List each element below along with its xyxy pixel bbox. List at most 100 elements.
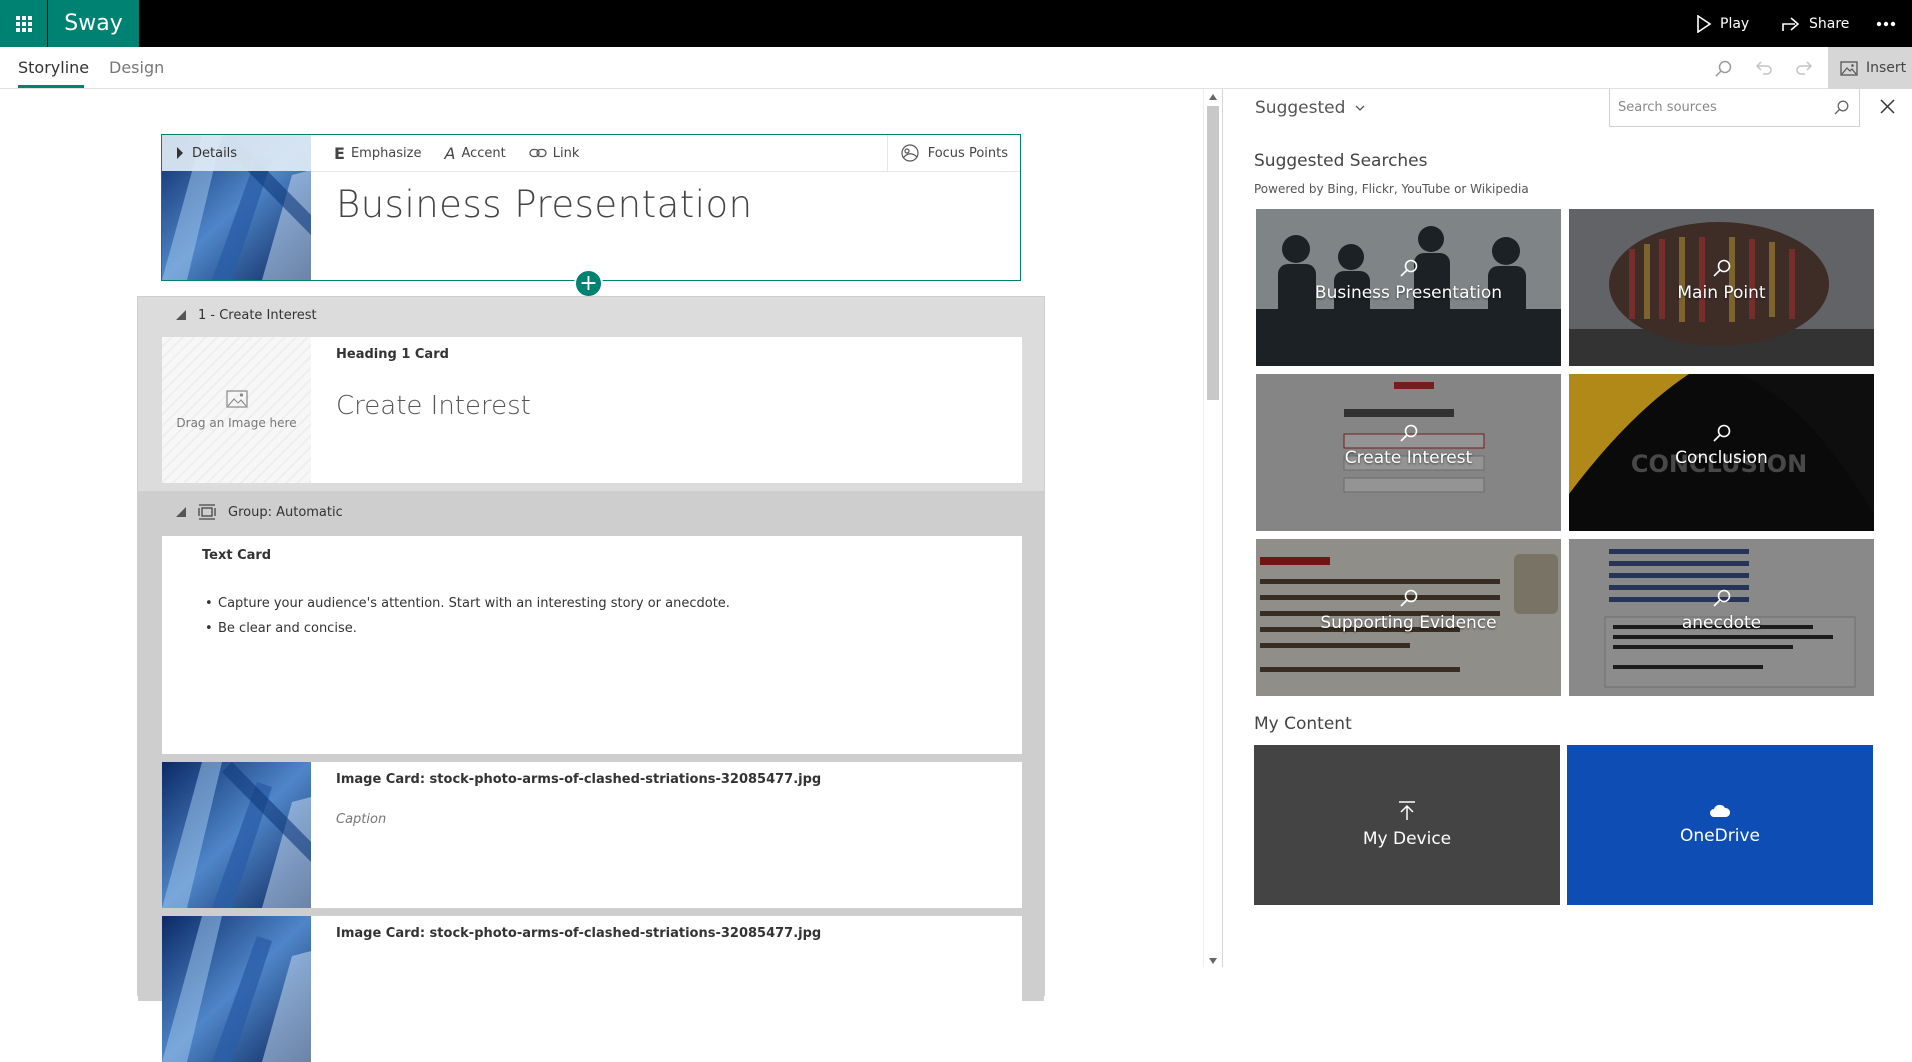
close-icon[interactable] [1880,99,1895,114]
list-item[interactable]: Be clear and concise. [218,621,730,636]
heading-card-label: Heading 1 Card [336,347,449,362]
redo-icon[interactable] [1795,60,1813,76]
collapse-triangle-icon[interactable] [176,507,186,517]
top-bar: Sway Play Share [0,0,1912,47]
active-tab-indicator [18,85,84,88]
suggested-tile[interactable]: Business Presentation [1256,209,1561,366]
app-brand[interactable]: Sway [48,0,139,47]
bullet-list[interactable]: Capture your audience's attention. Start… [218,596,730,646]
link-label: Link [553,146,580,161]
play-button[interactable]: Play [1696,0,1749,47]
scroll-up-icon[interactable] [1209,94,1217,100]
tab-design[interactable]: Design [109,58,164,77]
image-card-thumbnail[interactable] [162,916,311,1062]
plus-icon: + [579,273,597,295]
search-icon [1400,589,1418,607]
accent-label: Accent [461,146,505,161]
tab-storyline[interactable]: Storyline [18,58,89,77]
tile-label: Supporting Evidence [1256,613,1561,633]
tile-label: Conclusion [1569,448,1874,468]
emphasize-button[interactable]: E Emphasize [334,144,421,163]
search-icon [1400,424,1418,442]
text-card-label: Text Card [202,548,271,563]
format-toolbar: E Emphasize A Accent Link Focus Points [311,135,1020,172]
list-item[interactable]: Capture your audience's attention. Start… [218,596,730,611]
image-placeholder-icon [226,390,248,408]
group-header[interactable]: Group: Automatic [138,491,343,533]
my-content-title: My Content [1254,714,1352,734]
waffle-icon [16,16,32,32]
share-icon [1781,15,1801,33]
group-icon [198,504,216,520]
share-label: Share [1809,16,1849,32]
search-placeholder: Search sources [1618,100,1717,115]
scrollbar-thumb[interactable] [1207,106,1219,400]
search-icon [1713,259,1731,277]
tabs-bar: Storyline Design Insert [0,47,1912,89]
app-launcher-button[interactable] [0,0,47,47]
title-card[interactable]: Details E Emphasize A Accent Link Focus … [161,134,1021,281]
link-button[interactable]: Link [529,146,580,161]
drag-image-text: Drag an Image here [176,416,296,430]
add-card-button[interactable]: + [574,269,603,298]
section-header[interactable]: 1 - Create Interest [138,297,1044,333]
emphasize-icon: E [334,144,345,163]
cloud-icon [1709,804,1731,818]
image-card[interactable]: Image Card: stock-photo-arms-of-clashed-… [162,916,1022,1062]
focus-points-label: Focus Points [928,146,1008,161]
focus-points-button[interactable]: Focus Points [887,135,1020,171]
caret-right-icon [176,147,184,159]
suggested-searches-title: Suggested Searches [1254,151,1428,171]
tile-label: anecdote [1569,613,1874,633]
suggested-tile[interactable]: CONCLUSION Conclusion [1569,374,1874,531]
ellipsis-icon [1876,21,1896,27]
image-card-label: Image Card: stock-photo-arms-of-clashed-… [336,772,821,787]
search-icon [1713,589,1731,607]
onedrive-label: OneDrive [1680,826,1760,846]
search-sources-input[interactable]: Search sources [1609,89,1860,127]
search-icon [1400,259,1418,277]
powered-by-text: Powered by Bing, Flickr, YouTube or Wiki… [1254,182,1529,196]
source-dropdown[interactable]: Suggested [1255,98,1365,118]
share-button[interactable]: Share [1781,0,1849,47]
link-icon [529,148,547,158]
my-device-label: My Device [1363,829,1451,849]
suggested-tile[interactable]: Supporting Evidence [1256,539,1561,696]
insert-panel: Suggested Search sources Suggested Searc… [1223,89,1912,967]
insert-button[interactable]: Insert [1828,47,1912,89]
suggested-tile[interactable]: Create Interest [1256,374,1561,531]
image-drop-zone[interactable]: Drag an Image here [162,337,311,483]
play-label: Play [1720,16,1749,32]
image-card[interactable]: Image Card: stock-photo-arms-of-clashed-… [162,762,1022,908]
focus-points-icon [900,144,920,162]
play-icon [1696,15,1712,33]
heading-card-text[interactable]: Create Interest [336,391,531,421]
image-card-thumbnail[interactable] [162,762,311,908]
group-title: Group: Automatic [228,505,343,520]
details-toggle[interactable]: Details [162,135,311,171]
onedrive-button[interactable]: OneDrive [1567,745,1873,905]
scroll-down-icon[interactable] [1209,958,1217,964]
collapse-triangle-icon[interactable] [176,310,186,320]
chevron-down-icon [1355,105,1365,111]
undo-icon[interactable] [1755,60,1773,76]
section-create-interest: 1 - Create Interest Drag an Image here H… [137,296,1045,996]
image-caption[interactable]: Caption [336,812,386,827]
text-card[interactable]: Text Card Capture your audience's attent… [162,536,1022,754]
image-card-label: Image Card: stock-photo-arms-of-clashed-… [336,926,821,941]
accent-icon: A [444,144,455,163]
details-label: Details [192,146,237,161]
search-icon [1713,424,1731,442]
heading-card[interactable]: Drag an Image here Heading 1 Card Create… [162,337,1022,483]
suggested-tile[interactable]: Main Point [1569,209,1874,366]
section-title: 1 - Create Interest [198,308,317,323]
insert-label: Insert [1866,60,1906,76]
source-dropdown-label: Suggested [1255,98,1345,118]
accent-button[interactable]: A Accent [444,144,505,163]
more-options-button[interactable] [1876,0,1896,47]
presentation-title[interactable]: Business Presentation [336,183,753,226]
search-icon[interactable] [1834,100,1849,115]
suggested-tile[interactable]: anecdote [1569,539,1874,696]
search-icon[interactable] [1715,60,1732,77]
my-device-button[interactable]: My Device [1254,745,1560,905]
